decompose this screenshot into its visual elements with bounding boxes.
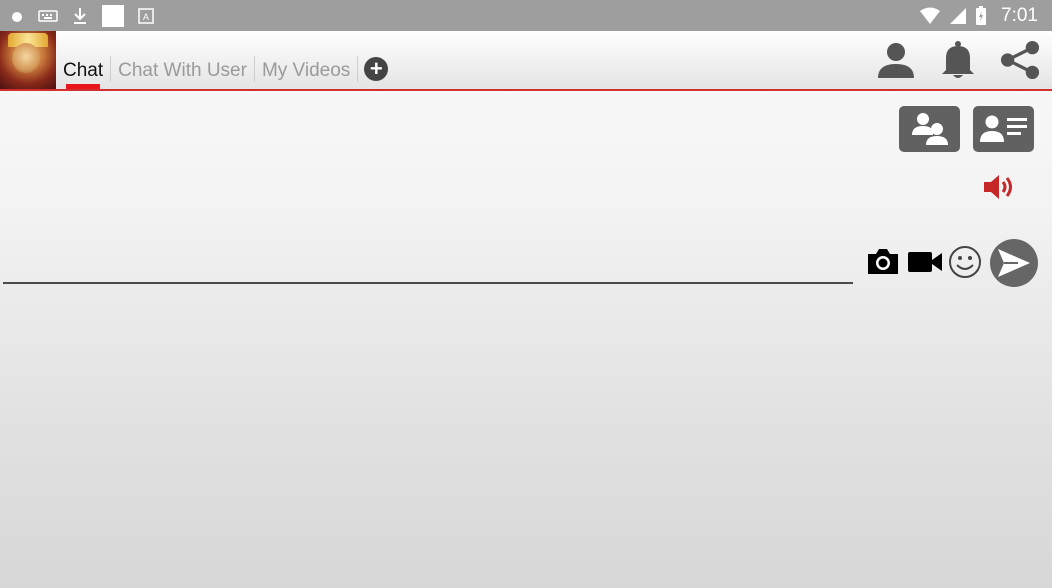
send-button[interactable]	[990, 239, 1038, 287]
smiley-icon	[949, 246, 981, 278]
camera-button[interactable]	[866, 246, 900, 276]
circle-icon	[12, 11, 22, 22]
download-icon	[74, 7, 86, 24]
signal-icon	[950, 7, 967, 24]
tab-divider	[357, 56, 359, 82]
volume-icon	[984, 175, 1012, 199]
add-tab-button[interactable]: +	[364, 56, 389, 81]
share-icon	[1000, 40, 1040, 80]
profile-button[interactable]	[876, 38, 916, 82]
white-square-icon	[102, 4, 124, 27]
avatar-face	[12, 43, 40, 73]
tab-chat-with-user[interactable]: Chat With User	[111, 60, 254, 89]
tab-bar: Chat Chat With User My Videos +	[56, 31, 389, 91]
profile-avatar[interactable]	[0, 31, 56, 89]
wifi-icon	[920, 7, 941, 24]
tab-my-videos[interactable]: My Videos	[255, 60, 357, 89]
person-icon	[878, 43, 914, 78]
group-users-button[interactable]	[899, 106, 960, 152]
notifications-button[interactable]	[938, 38, 978, 82]
tab-chat[interactable]: Chat	[56, 60, 110, 91]
speaker-button[interactable]	[982, 172, 1016, 202]
svg-text:A: A	[143, 13, 150, 23]
status-bar-system: 7:01	[919, 0, 1038, 31]
message-input[interactable]	[3, 248, 853, 284]
camera-icon	[868, 249, 898, 274]
app-bar-actions	[876, 38, 1040, 82]
bell-icon	[942, 41, 974, 78]
status-bar-notifications: A	[10, 0, 154, 31]
status-time: 7:01	[1001, 4, 1038, 26]
group-users-icon	[911, 113, 948, 145]
battery-icon	[976, 5, 987, 25]
send-icon	[998, 249, 1030, 277]
share-button[interactable]	[1000, 38, 1040, 82]
video-button[interactable]	[907, 248, 943, 276]
emoji-button[interactable]	[948, 245, 982, 279]
user-card-icon	[979, 115, 1027, 142]
app-bar-accent-line	[0, 89, 1052, 91]
user-card-button[interactable]	[973, 106, 1034, 152]
plus-icon: +	[369, 56, 383, 81]
keyboard-icon	[38, 9, 58, 22]
status-bar: A 7:01	[0, 0, 1052, 31]
a-box-icon: A	[138, 7, 154, 24]
video-camera-icon	[908, 252, 942, 272]
